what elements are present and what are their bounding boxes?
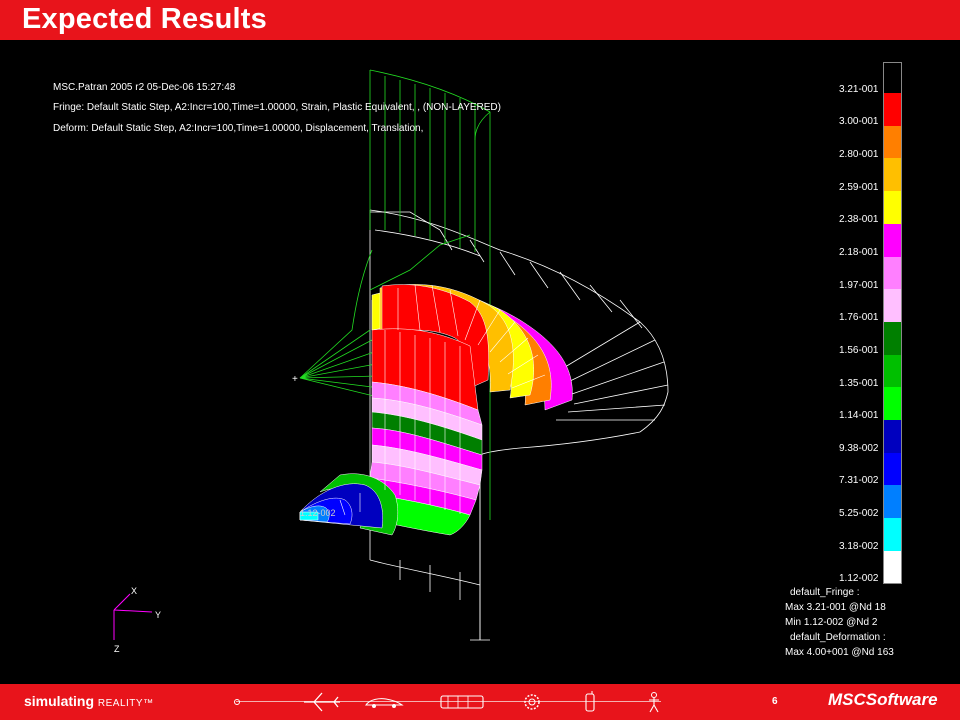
legend-label: 1.14-001 [839, 410, 879, 421]
origin-marker: + [292, 374, 298, 385]
legend-label: 1.12-002 [839, 573, 879, 584]
legend-label: 2.59-001 [839, 182, 879, 193]
legend-label: 1.35-001 [839, 378, 879, 389]
legend-label: 1.76-001 [839, 312, 879, 323]
axis-triad [113, 593, 153, 640]
header-line-3: Deform: Default Static Step, A2:Incr=100… [53, 123, 424, 134]
header-line-2: Fringe: Default Static Step, A2:Incr=100… [53, 102, 501, 113]
legend-label: 2.80-001 [839, 149, 879, 160]
page-number: 6 [772, 696, 778, 707]
legend-label: 3.18-002 [839, 541, 879, 552]
legend-swatch [884, 387, 901, 420]
brand-suffix: Software [865, 690, 938, 709]
airplane-icon [304, 692, 340, 712]
dot-icon [234, 699, 240, 705]
legend-label: 1.56-001 [839, 345, 879, 356]
legend-swatch [884, 551, 901, 583]
legend-swatch [884, 453, 901, 485]
tagline-reality: REALITY™ [97, 698, 154, 709]
fringe-title: default_Fringe : [790, 587, 860, 598]
legend-scale [883, 62, 902, 584]
legend-swatch [884, 158, 901, 191]
legend-swatch [884, 518, 901, 551]
legend-swatch [884, 224, 901, 257]
legend-swatch [884, 420, 901, 453]
legend-label: 2.38-001 [839, 214, 879, 225]
gear-icon [524, 694, 540, 710]
legend-label: 3.00-001 [839, 116, 879, 127]
axis-z-label: Z [114, 644, 120, 654]
legend-swatch [884, 289, 901, 322]
legend-label: 1.97-001 [839, 280, 879, 291]
brand-logo: MSCSoftware [828, 690, 938, 710]
legend-swatch [884, 126, 901, 158]
axis-x-label: X [131, 586, 138, 596]
legend-label: 3.21-001 [839, 84, 879, 95]
person-icon [649, 692, 659, 713]
fringe-surface-upper [371, 284, 573, 456]
fringe-min: Min 1.12-002 @Nd 2 [785, 617, 878, 628]
header-line-1: MSC.Patran 2005 r2 05-Dec-06 15:27:48 [53, 82, 236, 93]
legend-label: 2.18-001 [839, 247, 879, 258]
deform-max: Max 4.00+001 @Nd 163 [785, 647, 894, 658]
legend-swatch [884, 322, 901, 355]
legend-swatch [884, 355, 901, 387]
legend-swatch [884, 93, 901, 126]
train-icon [440, 695, 484, 709]
legend-label: 7.31-002 [839, 475, 879, 486]
legend-color-bars [884, 93, 901, 583]
fringe-max: Max 3.21-001 @Nd 18 [785, 602, 886, 613]
deform-title: default_Deformation : [790, 632, 886, 643]
legend-label: 9.38-002 [839, 443, 879, 454]
brand-name: MSC [828, 690, 866, 709]
legend-swatch [884, 191, 901, 224]
node-value-label: 1.12-002 [300, 508, 336, 518]
axis-y-label: Y [155, 610, 162, 620]
phone-icon [585, 691, 595, 712]
legend-swatch [884, 257, 901, 289]
car-icon [364, 698, 404, 708]
footer-bar: simulating REALITY™ 6 MSCSoftware [0, 684, 960, 720]
tagline: simulating REALITY™ [24, 693, 154, 709]
legend-swatch [884, 485, 901, 518]
tagline-main: simulating [24, 693, 95, 709]
legend-label: 5.25-002 [839, 508, 879, 519]
